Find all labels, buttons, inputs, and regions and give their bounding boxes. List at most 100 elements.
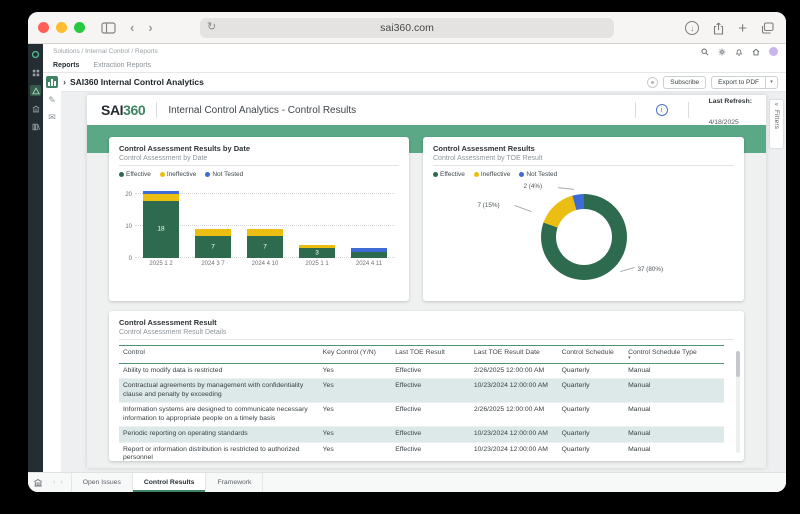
info-icon[interactable]: i: [656, 104, 668, 116]
legend-item[interactable]: Not Tested: [519, 171, 557, 178]
column-header[interactable]: Last TOE Result Date: [470, 346, 558, 364]
bar-value-label: 7: [247, 243, 283, 250]
bar-segment-effective[interactable]: 3: [299, 248, 335, 258]
building-icon[interactable]: [33, 478, 43, 488]
next-page-tab-button[interactable]: ›: [60, 479, 62, 486]
browser-toolbar: ‹ › ↻ sai360.com ↓ +: [28, 12, 786, 44]
legend-item[interactable]: Not Tested: [205, 171, 243, 178]
stacked-bar[interactable]: 3: [299, 245, 335, 258]
bar-segment-ineffective[interactable]: [143, 194, 179, 200]
subscribe-button[interactable]: Subscribe: [663, 76, 706, 89]
bar-segment-effective[interactable]: 18: [143, 201, 179, 258]
bar-slot: 7: [187, 188, 239, 258]
user-avatar[interactable]: [769, 47, 778, 56]
donut-callout-line: [557, 187, 573, 190]
table-row[interactable]: Report or information distribution is re…: [119, 442, 724, 461]
card-subtitle: Control Assessment Result Details: [119, 329, 734, 340]
table-cell: Manual: [624, 403, 724, 427]
footer-tab-framework[interactable]: Framework: [206, 473, 263, 492]
table-scrollbar[interactable]: [736, 351, 740, 453]
table-cell: Report or information distribution is re…: [119, 442, 319, 461]
table-row[interactable]: Information systems are designed to comm…: [119, 403, 724, 427]
settings-gear-icon[interactable]: [718, 48, 726, 56]
bar-segment-not-tested[interactable]: [143, 191, 179, 194]
envelope-icon[interactable]: ✉: [48, 113, 56, 122]
minimize-window-button[interactable]: [56, 22, 67, 33]
bar-segment-ineffective[interactable]: [299, 245, 335, 248]
stacked-bar[interactable]: 7: [247, 229, 283, 258]
tab-overview-icon[interactable]: [761, 22, 774, 34]
table-row[interactable]: Periodic reporting on operating standard…: [119, 427, 724, 442]
table-card: Control Assessment Result Control Assess…: [109, 311, 744, 461]
legend-item[interactable]: Ineffective: [160, 171, 197, 178]
legend-dot: [119, 172, 124, 177]
export-dropdown-caret[interactable]: ▾: [765, 77, 777, 88]
new-tab-icon[interactable]: +: [738, 21, 747, 36]
prev-page-tab-button[interactable]: ‹: [53, 479, 55, 486]
legend-item[interactable]: Ineffective: [474, 171, 511, 178]
bar-segment-effective[interactable]: 7: [247, 236, 283, 258]
footer-tab-open-issues[interactable]: Open Issues: [71, 473, 133, 492]
column-header[interactable]: Control Schedule Type▾: [624, 346, 724, 364]
bar-segment-effective[interactable]: [351, 252, 387, 258]
share-icon[interactable]: [713, 22, 724, 35]
stacked-bar[interactable]: [351, 248, 387, 258]
tab-reports[interactable]: Reports: [53, 62, 79, 69]
table-cell: Yes: [319, 379, 392, 403]
downloads-icon[interactable]: ↓: [685, 21, 699, 35]
donut-ring[interactable]: [541, 194, 627, 280]
column-header[interactable]: Control Schedule: [558, 346, 625, 364]
risk-module-icon[interactable]: [30, 85, 41, 96]
forward-button[interactable]: ›: [148, 20, 152, 35]
sidebar-toggle-icon[interactable]: [101, 22, 116, 34]
search-icon[interactable]: [701, 48, 709, 56]
back-button[interactable]: ‹: [130, 20, 134, 35]
address-bar[interactable]: ↻ sai360.com: [200, 18, 614, 38]
bar-segment-ineffective[interactable]: [195, 229, 231, 235]
notifications-bell-icon[interactable]: [735, 48, 743, 56]
tab-extraction-reports[interactable]: Extraction Reports: [93, 62, 151, 69]
table-cell: Quarterly: [558, 442, 625, 461]
bar-segment-ineffective[interactable]: [247, 229, 283, 235]
column-header[interactable]: Last TOE Result: [391, 346, 470, 364]
close-window-button[interactable]: [38, 22, 49, 33]
zoom-window-button[interactable]: [74, 22, 85, 33]
breadcrumb[interactable]: Solutions / Internal Control / Reports: [53, 48, 158, 55]
donut-label-effective: 37 (80%): [638, 266, 664, 273]
table-cell: Contractual agreements by management wit…: [119, 379, 319, 403]
scrollbar-thumb[interactable]: [736, 351, 740, 377]
column-header[interactable]: Control: [119, 346, 319, 364]
library-module-icon[interactable]: [30, 121, 41, 132]
report-title: Internal Control Analytics - Control Res…: [168, 105, 356, 116]
column-header[interactable]: Key Control (Y/N): [319, 346, 392, 364]
expand-chevron[interactable]: ›: [63, 77, 66, 87]
legend-item[interactable]: Effective: [433, 171, 465, 178]
app-logo-icon[interactable]: [30, 49, 41, 60]
legend-item[interactable]: Effective: [119, 171, 151, 178]
footer-tab-control-results[interactable]: Control Results: [133, 473, 207, 492]
edit-pencil-icon[interactable]: ✎: [48, 96, 56, 105]
modules-grid-icon[interactable]: [30, 67, 41, 78]
reload-icon[interactable]: ↻: [207, 20, 216, 33]
report-options-button[interactable]: [647, 77, 658, 88]
legend-label: Not Tested: [526, 171, 557, 178]
card-title: Control Assessment Result: [119, 318, 734, 327]
expand-filters-icon[interactable]: «: [775, 102, 778, 108]
table-cell: Manual: [624, 379, 724, 403]
table-cell: Periodic reporting on operating standard…: [119, 427, 319, 442]
donut-label-ineffective: 7 (15%): [478, 202, 500, 209]
stacked-bar[interactable]: 18: [143, 191, 179, 258]
table-row[interactable]: Contractual agreements by management wit…: [119, 379, 724, 403]
table-row[interactable]: Ability to modify data is restrictedYesE…: [119, 364, 724, 379]
bar-segment-effective[interactable]: 7: [195, 236, 231, 258]
governance-module-icon[interactable]: [30, 103, 41, 114]
filters-pane-collapsed[interactable]: « Filters: [770, 100, 783, 148]
analytics-report-icon[interactable]: [46, 76, 58, 88]
export-split-button: Export to PDF ▾: [711, 76, 778, 89]
legend-label: Ineffective: [167, 171, 197, 178]
bar-segment-not-tested[interactable]: [351, 248, 387, 251]
table-cell: Yes: [319, 442, 392, 461]
stacked-bar[interactable]: 7: [195, 229, 231, 258]
home-icon[interactable]: [752, 48, 760, 56]
export-to-pdf-button[interactable]: Export to PDF: [712, 77, 765, 88]
